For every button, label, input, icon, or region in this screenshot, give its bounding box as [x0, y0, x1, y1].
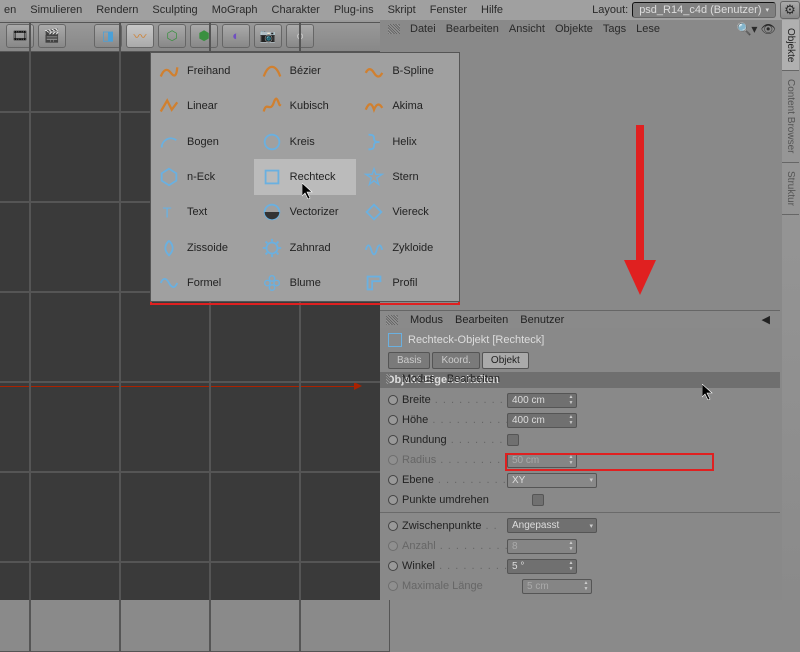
radius-field: 50 cm▲▼	[507, 453, 577, 468]
attribute-manager-menu: Modus Bearbeiten Benutzer ◀	[380, 310, 780, 328]
layout-options-button[interactable]: ⚙	[780, 1, 800, 19]
breite-field[interactable]: 400 cm▲▼	[507, 393, 577, 408]
main-menu-bar: en Simulieren Rendern Sculpting MoGraph …	[0, 0, 800, 20]
object-title: Rechteck-Objekt [Rechteck]	[380, 330, 780, 350]
spline-linear[interactable]: Linear	[151, 88, 254, 123]
spline-zissoide[interactable]: Zissoide	[151, 230, 254, 265]
spline-neck[interactable]: n-Eck	[151, 159, 254, 194]
spline-freihand[interactable]: Freihand	[151, 53, 254, 88]
ebene-dropdown[interactable]: XY▾	[507, 473, 597, 488]
spline-menu: Freihand Bézier B-Spline Linear Kubisch …	[150, 52, 460, 302]
spline-rechteck[interactable]: Rechteck	[254, 159, 357, 194]
grip-icon[interactable]	[388, 24, 400, 34]
layout-label: Layout:	[592, 4, 628, 16]
prop-label: Rundung	[402, 434, 447, 446]
tab-objekt[interactable]: Objekt	[482, 352, 529, 369]
rundung-checkbox[interactable]	[507, 434, 519, 446]
menu-item[interactable]: Simulieren	[30, 4, 82, 16]
menu-item[interactable]: Datei	[410, 23, 436, 35]
menu-item[interactable]: Hilfe	[481, 4, 503, 16]
menu-item[interactable]: en	[4, 4, 16, 16]
spline-text[interactable]: TText	[151, 195, 254, 230]
winkel-field[interactable]: 5 °▲▼	[507, 559, 577, 574]
collapse-icon[interactable]: ◀	[762, 313, 770, 326]
tab-koord[interactable]: Koord.	[432, 352, 479, 369]
tab-objekte[interactable]: Objekte	[782, 20, 799, 71]
prop-label: Maximale Länge	[402, 580, 483, 592]
menu-item[interactable]: Modus	[402, 373, 435, 385]
attribute-tabs: Basis Koord. Objekt	[388, 352, 529, 369]
prop-label: Breite	[402, 394, 431, 406]
zwischenpunkte-dropdown[interactable]: Angepasst▾	[507, 518, 597, 533]
spline-stern[interactable]: Stern	[356, 159, 459, 194]
prop-label: Winkel	[402, 560, 435, 572]
spline-bspline[interactable]: B-Spline	[356, 53, 459, 88]
prop-label: Ebene	[402, 474, 434, 486]
middle-panel-menu: Modus Bearbeiten	[380, 370, 500, 388]
layout-dropdown[interactable]: psd_R14_c4d (Benutzer)▾	[632, 2, 776, 18]
menu-item[interactable]: Bearbeiten	[455, 314, 508, 326]
menu-item[interactable]: Bearbeiten	[447, 373, 500, 385]
menu-item[interactable]: Plug-ins	[334, 4, 374, 16]
spline-helix[interactable]: Helix	[356, 124, 459, 159]
menu-item[interactable]: Sculpting	[152, 4, 197, 16]
side-tabs: Objekte Content Browser Struktur	[782, 20, 800, 600]
grip-icon[interactable]	[386, 315, 398, 325]
spline-profil[interactable]: Profil	[356, 266, 459, 301]
spline-zykloide[interactable]: Zykloide	[356, 230, 459, 265]
menu-item[interactable]: Fenster	[430, 4, 467, 16]
menu-item[interactable]: Skript	[388, 4, 416, 16]
menu-item[interactable]: Objekte	[555, 23, 593, 35]
grip-icon[interactable]	[386, 374, 390, 384]
menu-item[interactable]: Bearbeiten	[446, 23, 499, 35]
punkte-checkbox[interactable]	[532, 494, 544, 506]
spline-akima[interactable]: Akima	[356, 88, 459, 123]
maxlen-field: 5 cm▲▼	[522, 579, 592, 594]
anzahl-field: 8▲▼	[507, 539, 577, 554]
spline-bezier[interactable]: Bézier	[254, 53, 357, 88]
hoehe-field[interactable]: 400 cm▲▼	[507, 413, 577, 428]
tab-content-browser[interactable]: Content Browser	[782, 71, 799, 162]
spline-viereck[interactable]: Viereck	[356, 195, 459, 230]
prop-label: Radius	[402, 454, 436, 466]
spline-kreis[interactable]: Kreis	[254, 124, 357, 159]
spline-zahnrad[interactable]: Zahnrad	[254, 230, 357, 265]
spline-formel[interactable]: Formel	[151, 266, 254, 301]
tab-struktur[interactable]: Struktur	[782, 163, 799, 215]
menu-item[interactable]: Rendern	[96, 4, 138, 16]
search-icon[interactable]: 🔍▾ 👁	[736, 22, 776, 36]
spline-kubisch[interactable]: Kubisch	[254, 88, 357, 123]
menu-item[interactable]: Benutzer	[520, 314, 564, 326]
menu-item[interactable]: MoGraph	[212, 4, 258, 16]
prop-label: Punkte umdrehen	[402, 494, 489, 506]
spline-vectorizer[interactable]: Vectorizer	[254, 195, 357, 230]
rectangle-spline-icon	[388, 333, 402, 347]
menu-item[interactable]: Lese	[636, 23, 660, 35]
menu-item[interactable]: Charakter	[272, 4, 320, 16]
spline-blume[interactable]: Blume	[254, 266, 357, 301]
prop-label: Anzahl	[402, 540, 436, 552]
object-manager-menu: Datei Bearbeiten Ansicht Objekte Tags Le…	[380, 20, 800, 38]
menu-item[interactable]: Ansicht	[509, 23, 545, 35]
prop-label: Zwischenpunkte	[402, 520, 482, 532]
object-properties: Breite . . . . . . . . . . 400 cm▲▼ Höhe…	[380, 390, 780, 596]
prop-label: Höhe	[402, 414, 428, 426]
spline-bogen[interactable]: Bogen	[151, 124, 254, 159]
menu-item[interactable]: Tags	[603, 23, 626, 35]
tab-basis[interactable]: Basis	[388, 352, 430, 369]
svg-text:T: T	[163, 206, 172, 222]
menu-item[interactable]: Modus	[410, 314, 443, 326]
